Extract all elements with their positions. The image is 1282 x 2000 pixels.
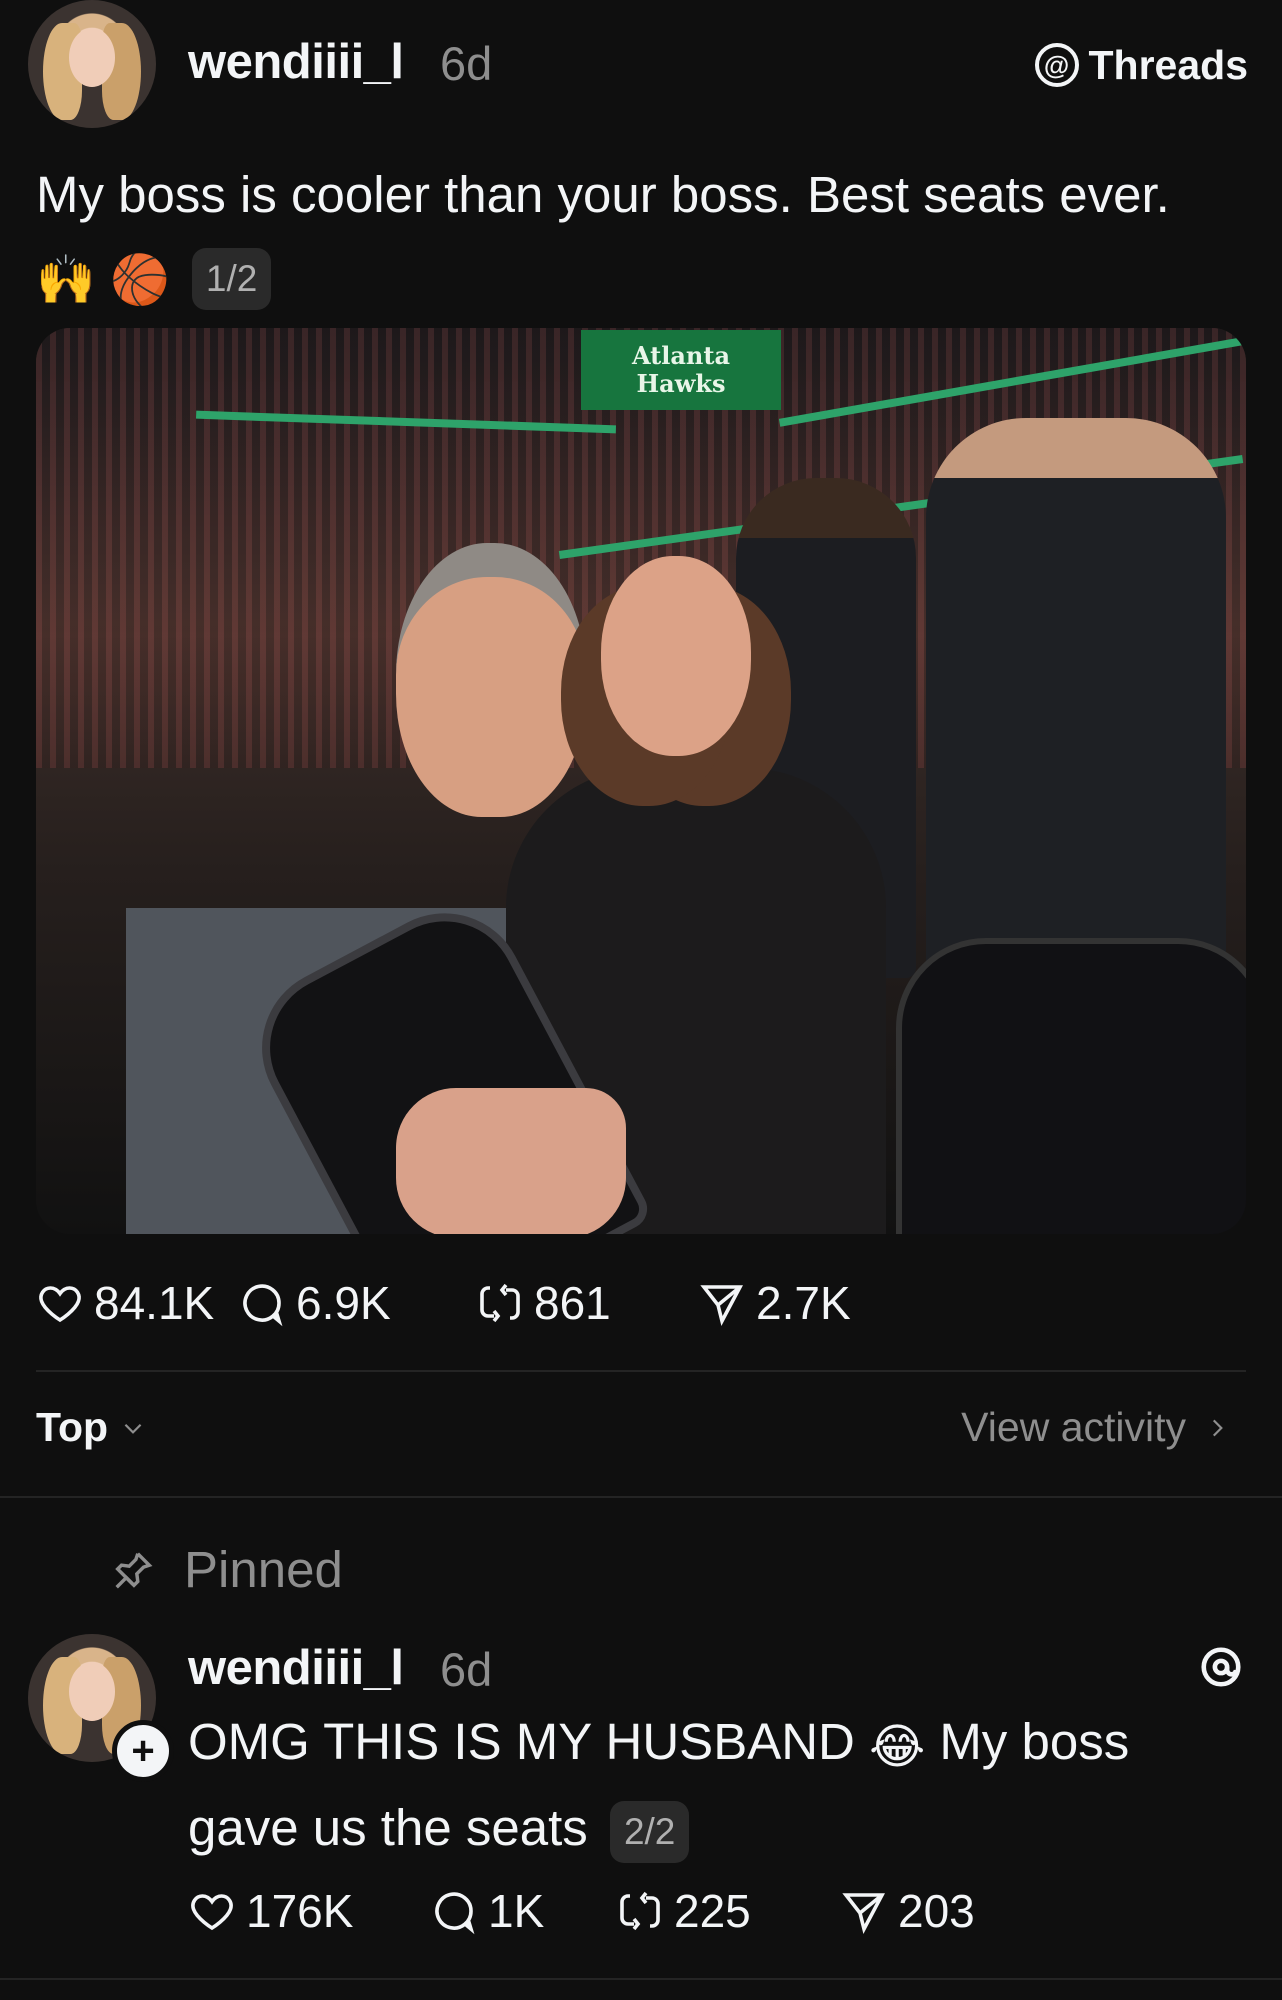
send-icon [842,1893,885,1934]
arena-scoreboard: Atlanta Hawks [581,330,781,410]
comment-icon [435,1892,475,1935]
post-username[interactable]: wendiiii_l [188,34,404,90]
share-count: 2.7K [756,1277,851,1329]
view-activity-link[interactable]: View activity [961,1404,1230,1451]
repost-icon [480,1283,520,1323]
pinned-indicator: Pinned [110,1540,343,1599]
share-count: 203 [898,1885,975,1937]
like-button[interactable]: 176K [188,1884,430,1938]
share-button[interactable]: 203 [840,1884,975,1938]
reply-count: 6.9K [296,1277,391,1329]
reply-text-block: OMG THIS IS MY HUSBAND 😂 My boss gave us… [188,1702,1248,1868]
like-count: 84.1K [94,1277,215,1329]
share-button[interactable]: 2.7K [698,1276,851,1330]
repost-button[interactable]: 225 [616,1884,840,1938]
view-activity-label: View activity [961,1404,1186,1450]
threads-label: Threads [1088,41,1249,88]
post-photo[interactable]: Atlanta Hawks [36,328,1246,1234]
carousel-counter: 1/2 [191,247,272,310]
comment-icon [243,1284,283,1327]
carousel-counter: 2/2 [609,1800,690,1863]
chevron-right-icon [1212,1419,1223,1436]
follow-plus-icon[interactable]: + [112,1720,174,1782]
sort-label: Top [36,1404,109,1450]
divider [0,1496,1282,1498]
post-text: My boss is cooler than your boss. Best s… [36,166,1170,223]
reply-button[interactable]: 6.9K [238,1276,476,1330]
heart-icon [191,1894,233,1931]
repost-count: 225 [674,1885,751,1937]
heart-icon [39,1286,81,1323]
repost-button[interactable]: 861 [476,1276,698,1330]
repost-icon [620,1891,660,1931]
sort-dropdown[interactable]: Top [36,1404,146,1451]
pinned-label: Pinned [184,1541,343,1598]
like-button[interactable]: 84.1K [36,1276,238,1330]
threads-badge[interactable]: @ Threads [1034,40,1249,90]
reply-username[interactable]: wendiiii_l [188,1640,404,1696]
post-time: 6d [440,37,493,90]
repost-count: 861 [534,1277,611,1329]
post-actions: 84.1K 6.9K 861 2.7K [36,1276,851,1330]
divider [0,1978,1282,1980]
laughing-emoji: 😂 [869,1721,926,1774]
reply-actions: 176K 1K 225 203 [188,1884,975,1938]
chevron-down-icon [124,1423,142,1434]
reply-time: 6d [440,1643,493,1696]
reply-count: 1K [488,1885,545,1937]
send-icon [700,1285,743,1326]
threads-logo-icon: @ [1034,43,1079,87]
scoreboard-line-2: Hawks [636,369,726,398]
avatar[interactable] [28,0,156,128]
raising-hands-emoji: 🙌 [36,254,96,307]
like-count: 176K [246,1885,354,1937]
threads-logo-icon[interactable] [1198,1644,1244,1690]
post-text-block: My boss is cooler than your boss. Best s… [36,155,1196,321]
scoreboard-line-1: Atlanta [631,341,731,370]
reply-button[interactable]: 1K [430,1884,616,1938]
basketball-emoji: 🏀 [109,254,170,307]
divider [36,1370,1246,1372]
pin-icon [115,1551,153,1588]
reply-text-part1: OMG THIS IS MY HUSBAND [188,1713,855,1770]
